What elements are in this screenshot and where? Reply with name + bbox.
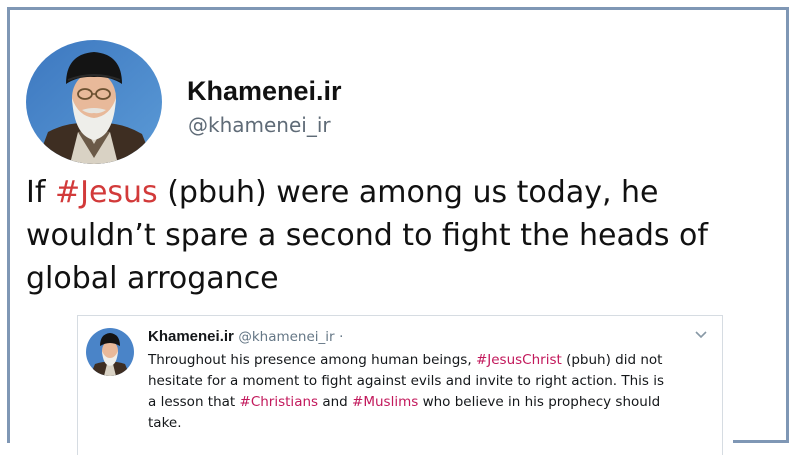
quoted-avatar[interactable]: [86, 328, 134, 376]
quoted-tweet-card[interactable]: Khamenei.ir @khamenei_ir · Throughout hi…: [77, 315, 723, 455]
chevron-down-icon[interactable]: [694, 330, 708, 340]
header-separator: ·: [339, 329, 344, 345]
text-segment: Throughout his presence among human bein…: [148, 352, 476, 368]
quoted-tweet-text: Throughout his presence among human bein…: [148, 350, 718, 434]
display-name[interactable]: Khamenei.ir: [187, 76, 342, 107]
text-segment: a lesson that: [148, 394, 240, 410]
quoted-text-line: a lesson that #Christians and #Muslims w…: [148, 392, 718, 413]
quoted-tweet-header: Khamenei.ir @khamenei_ir ·: [148, 328, 343, 346]
quoted-text-line: Throughout his presence among human bein…: [148, 350, 718, 371]
text-segment: and: [318, 394, 353, 410]
frame-corner-line: [733, 440, 789, 443]
quoted-user-handle[interactable]: @khamenei_ir: [238, 329, 334, 345]
tweet-text-line: If #Jesus (pbuh) were among us today, he: [26, 171, 796, 214]
quoted-text-line: hesitate for a moment to fight against e…: [148, 373, 665, 389]
text-segment: who believe in his prophecy should: [418, 394, 661, 410]
text-segment: (pbuh) did not: [561, 352, 663, 368]
hashtag-muslims[interactable]: #Muslims: [352, 394, 418, 410]
profile-avatar[interactable]: [26, 40, 162, 164]
hashtag-christians[interactable]: #Christians: [240, 394, 319, 410]
user-handle[interactable]: @khamenei_ir: [188, 113, 331, 137]
hashtag-jesus[interactable]: #Jesus: [55, 175, 158, 210]
quoted-display-name[interactable]: Khamenei.ir: [148, 328, 234, 345]
profile-photo: [86, 328, 134, 376]
tweet-text-line: wouldn’t spare a second to fight the hea…: [26, 218, 708, 253]
tweet-text-line: global arrogance: [26, 261, 279, 296]
quoted-text-line: take.: [148, 415, 182, 431]
text-segment: If: [26, 175, 55, 210]
text-segment: (pbuh) were among us today, he: [157, 175, 659, 210]
tweet-text: If #Jesus (pbuh) were among us today, he…: [26, 171, 796, 300]
hashtag-jesuschrist[interactable]: #JesusChrist: [476, 352, 562, 368]
profile-photo: [26, 40, 162, 164]
